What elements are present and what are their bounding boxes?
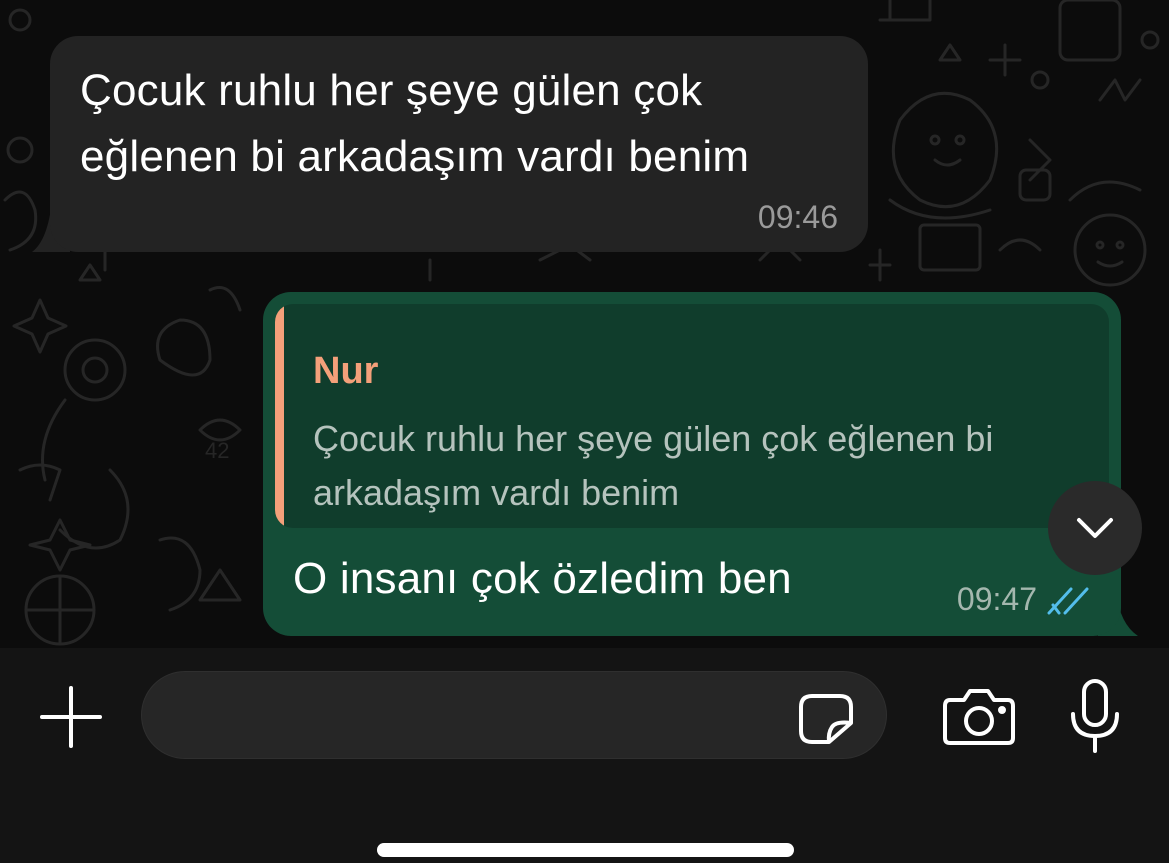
- reply-quote-text: Çocuk ruhlu her şeye gülen çok eğlenen b…: [313, 412, 1103, 520]
- incoming-message-text: Çocuk ruhlu her şeye gülen çok eğlenen b…: [80, 58, 860, 190]
- svg-text:42: 42: [205, 438, 229, 463]
- chat-background: 42 Çocuk ruhlu her şeye gülen çok eğlene…: [0, 0, 1169, 648]
- outgoing-message-bubble[interactable]: Nur Çocuk ruhlu her şeye gülen çok eğlen…: [263, 292, 1121, 636]
- chat-screen: 42 Çocuk ruhlu her şeye gülen çok eğlene…: [0, 0, 1169, 863]
- home-indicator[interactable]: [377, 843, 794, 857]
- reply-quote-accent-bar: [275, 304, 284, 528]
- incoming-message-line: Çocuk ruhlu her şeye gülen çok: [80, 66, 703, 115]
- attach-button[interactable]: [38, 684, 104, 750]
- double-check-read-icon: [1047, 587, 1089, 614]
- camera-icon: [943, 689, 1015, 745]
- outgoing-message-text: O insanı çok özledim ben: [293, 554, 792, 603]
- reply-quote-author: Nur: [313, 350, 379, 392]
- outgoing-message-time: 09:47: [956, 581, 1037, 617]
- reply-quote-line: Çocuk ruhlu her şeye gülen çok eğlenen b…: [313, 418, 994, 459]
- incoming-message-bubble[interactable]: Çocuk ruhlu her şeye gülen çok eğlenen b…: [50, 36, 868, 252]
- reply-quote-line: arkadaşım vardı benim: [313, 472, 680, 513]
- scroll-to-bottom-button[interactable]: [1048, 481, 1142, 575]
- sticker-icon: [799, 694, 853, 744]
- sticker-button[interactable]: [796, 693, 856, 745]
- microphone-button[interactable]: [1068, 678, 1122, 754]
- message-input-container[interactable]: [141, 671, 887, 760]
- microphone-icon: [1071, 679, 1119, 753]
- chevron-down-icon: [1077, 518, 1113, 538]
- incoming-message-time: 09:46: [757, 199, 838, 235]
- camera-button[interactable]: [942, 686, 1016, 746]
- message-input[interactable]: [172, 672, 776, 760]
- plus-icon: [40, 686, 102, 748]
- reply-quote[interactable]: Nur Çocuk ruhlu her şeye gülen çok eğlen…: [275, 304, 1109, 528]
- outgoing-message-meta: 09:47: [957, 581, 1095, 618]
- incoming-message-line: eğlenen bi arkadaşım vardı benim: [80, 132, 750, 181]
